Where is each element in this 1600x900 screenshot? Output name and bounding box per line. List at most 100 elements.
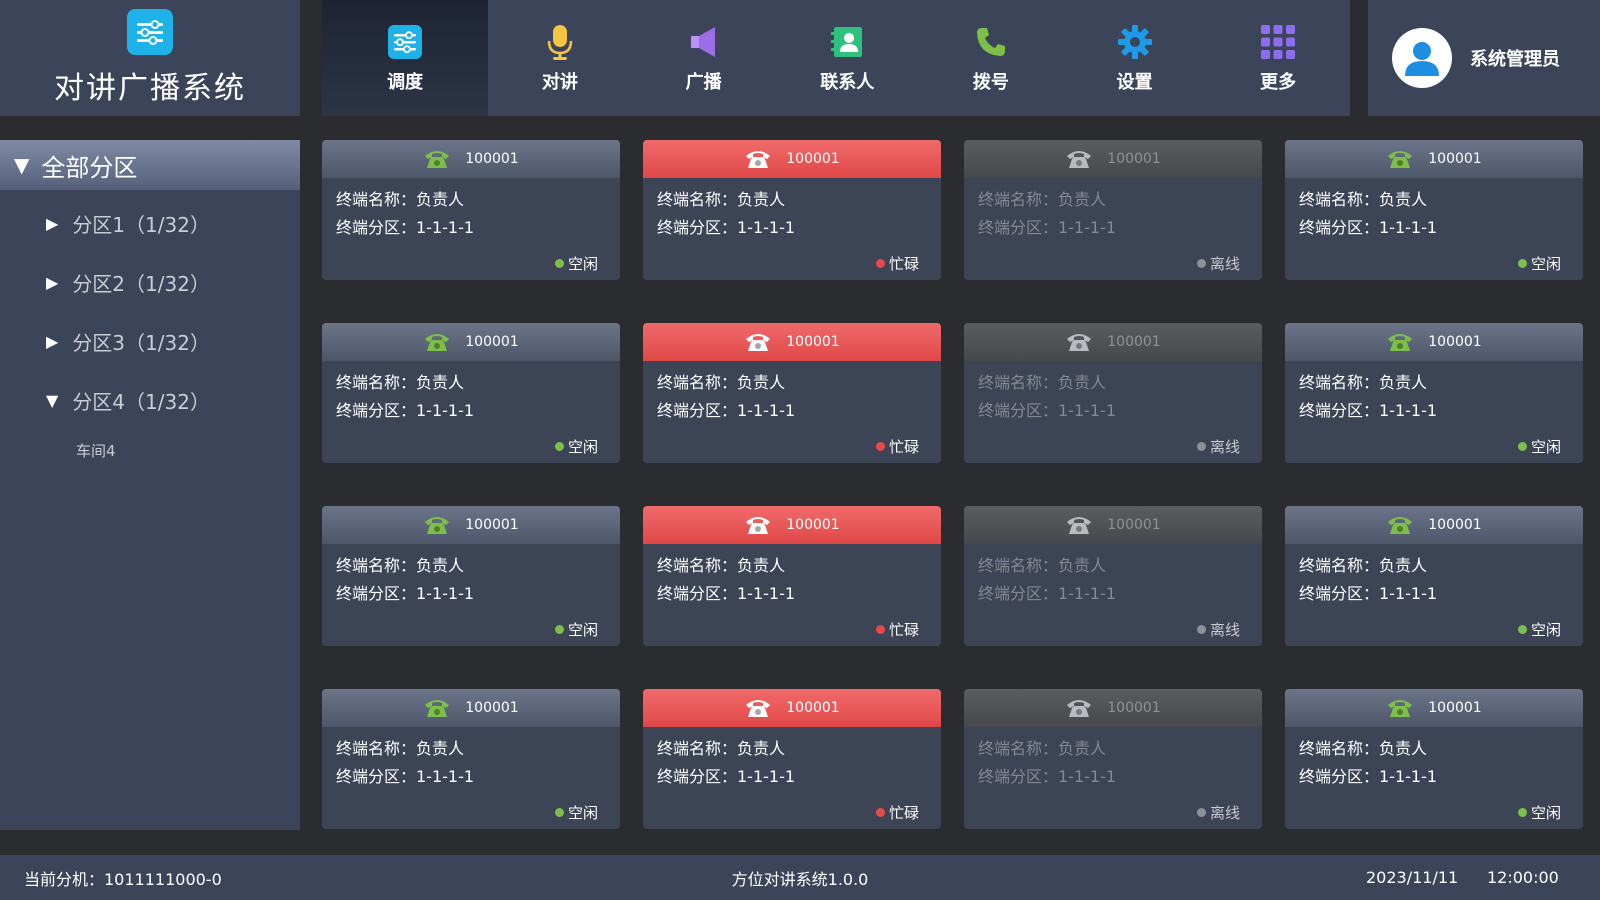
contacts-icon xyxy=(827,22,867,62)
card-header: 100001 xyxy=(964,689,1262,727)
terminal-zone: 终端分区：1-1-1-1 xyxy=(978,767,1117,786)
terminal-name: 终端名称：负责人 xyxy=(1299,556,1428,575)
nav-dial[interactable]: 拨号 xyxy=(919,0,1063,116)
status-label: 空闲 xyxy=(567,804,598,822)
terminal-name: 终端名称：负责人 xyxy=(657,190,786,209)
card-header: 100001 xyxy=(643,140,941,178)
collapse-triangle-icon: ▼ xyxy=(46,391,59,410)
card-body: 终端名称：负责人 终端分区：1-1-1-1 xyxy=(322,178,620,242)
terminal-card[interactable]: 100001 终端名称：负责人 终端分区：1-1-1-1 空闲 xyxy=(1285,323,1583,463)
terminal-zone: 终端分区：1-1-1-1 xyxy=(1299,401,1438,420)
terminal-id: 100001 xyxy=(465,151,519,167)
tree-item-zone3[interactable]: ▶ 分区3（1/32） xyxy=(0,312,300,371)
terminal-card[interactable]: 100001 终端名称：负责人 终端分区：1-1-1-1 离线 xyxy=(964,140,1262,280)
status-dot-icon xyxy=(1196,808,1206,817)
status-badge: 空闲 xyxy=(1517,253,1561,274)
card-header: 100001 xyxy=(322,140,620,178)
terminal-card[interactable]: 100001 终端名称：负责人 终端分区：1-1-1-1 空闲 xyxy=(322,323,620,463)
terminal-card[interactable]: 100001 终端名称：负责人 终端分区：1-1-1-1 空闲 xyxy=(322,506,620,646)
terminal-card[interactable]: 100001 终端名称：负责人 终端分区：1-1-1-1 空闲 xyxy=(1285,689,1583,829)
tree-item-zone2[interactable]: ▶ 分区2（1/32） xyxy=(0,253,300,312)
card-body: 终端名称：负责人 终端分区：1-1-1-1 xyxy=(643,361,941,425)
telephone-icon xyxy=(423,514,451,536)
tree-item-zone1[interactable]: ▶ 分区1（1/32） xyxy=(0,194,300,253)
terminal-name: 终端名称：负责人 xyxy=(336,190,465,209)
card-body: 终端名称：负责人 终端分区：1-1-1-1 xyxy=(1285,361,1583,425)
terminal-zone: 终端分区：1-1-1-1 xyxy=(1299,767,1438,786)
terminal-card[interactable]: 100001 终端名称：负责人 终端分区：1-1-1-1 离线 xyxy=(964,689,1262,829)
terminal-card[interactable]: 100001 终端名称：负责人 终端分区：1-1-1-1 忙碌 xyxy=(643,506,941,646)
telephone-icon xyxy=(1386,697,1414,719)
phone-dial-icon xyxy=(971,22,1011,62)
terminal-card[interactable]: 100001 终端名称：负责人 终端分区：1-1-1-1 忙碌 xyxy=(643,689,941,829)
status-dot-icon xyxy=(554,808,564,817)
terminal-zone: 终端分区：1-1-1-1 xyxy=(978,218,1117,237)
telephone-icon xyxy=(423,331,451,353)
card-header: 100001 xyxy=(1285,506,1583,544)
nav-label: 联系人 xyxy=(820,72,875,93)
terminal-card[interactable]: 100001 终端名称：负责人 终端分区：1-1-1-1 空闲 xyxy=(1285,140,1583,280)
status-dot-icon xyxy=(1196,625,1206,634)
tree-root-all-zones[interactable]: ▼ 全部分区 xyxy=(0,140,300,190)
nav-settings[interactable]: 设置 xyxy=(1063,0,1207,116)
status-badge: 忙碌 xyxy=(875,619,919,640)
terminal-name: 终端名称：负责人 xyxy=(978,556,1107,575)
card-header: 100001 xyxy=(1285,323,1583,361)
nav-dispatch[interactable]: 调度 xyxy=(322,0,489,116)
status-badge: 忙碌 xyxy=(875,253,919,274)
terminal-card[interactable]: 100001 终端名称：负责人 终端分区：1-1-1-1 离线 xyxy=(964,506,1262,646)
terminal-zone: 终端分区：1-1-1-1 xyxy=(978,401,1117,420)
tree-item-zone4[interactable]: ▼ 分区4（1/32） xyxy=(0,371,300,430)
terminal-card[interactable]: 100001 终端名称：负责人 终端分区：1-1-1-1 忙碌 xyxy=(643,140,941,280)
gear-icon xyxy=(1115,22,1155,62)
nav-broadcast[interactable]: 广播 xyxy=(632,0,776,116)
status-label: 空闲 xyxy=(567,621,598,639)
user-profile[interactable]: 系统管理员 xyxy=(1368,0,1600,116)
tree-item-label: 分区4（1/32） xyxy=(72,390,210,414)
terminal-id: 100001 xyxy=(786,151,840,167)
terminal-id: 100001 xyxy=(1428,151,1482,167)
terminal-id: 100001 xyxy=(1428,517,1482,533)
status-badge: 忙碌 xyxy=(875,436,919,457)
status-dot-icon xyxy=(875,259,885,268)
terminal-card[interactable]: 100001 终端名称：负责人 终端分区：1-1-1-1 离线 xyxy=(964,323,1262,463)
terminal-zone: 终端分区：1-1-1-1 xyxy=(657,767,796,786)
terminal-id: 100001 xyxy=(465,700,519,716)
terminal-card[interactable]: 100001 终端名称：负责人 终端分区：1-1-1-1 忙碌 xyxy=(643,323,941,463)
card-header: 100001 xyxy=(1285,689,1583,727)
microphone-icon xyxy=(540,22,580,62)
status-label: 空闲 xyxy=(1530,438,1561,456)
status-badge: 空闲 xyxy=(554,802,598,823)
status-dot-icon xyxy=(1196,442,1206,451)
nav-more[interactable]: 更多 xyxy=(1206,0,1350,116)
telephone-icon xyxy=(744,697,772,719)
telephone-icon xyxy=(1065,148,1093,170)
expand-triangle-icon: ▶ xyxy=(46,273,59,292)
card-header: 100001 xyxy=(322,689,620,727)
terminal-card[interactable]: 100001 终端名称：负责人 终端分区：1-1-1-1 空闲 xyxy=(322,140,620,280)
grid-icon xyxy=(1258,22,1298,62)
terminal-zone: 终端分区：1-1-1-1 xyxy=(1299,218,1438,237)
card-header: 100001 xyxy=(643,506,941,544)
terminal-card[interactable]: 100001 终端名称：负责人 终端分区：1-1-1-1 空闲 xyxy=(1285,506,1583,646)
card-header: 100001 xyxy=(1285,140,1583,178)
terminal-card[interactable]: 100001 终端名称：负责人 终端分区：1-1-1-1 空闲 xyxy=(322,689,620,829)
nav-intercom[interactable]: 对讲 xyxy=(488,0,632,116)
dispatch-icon xyxy=(385,22,425,62)
status-dot-icon xyxy=(554,625,564,634)
terminal-id: 100001 xyxy=(786,517,840,533)
terminal-id: 100001 xyxy=(1107,517,1161,533)
terminal-zone: 终端分区：1-1-1-1 xyxy=(657,401,796,420)
card-header: 100001 xyxy=(643,689,941,727)
status-badge: 离线 xyxy=(1196,253,1240,274)
nav-contacts[interactable]: 联系人 xyxy=(775,0,919,116)
card-body: 终端名称：负责人 终端分区：1-1-1-1 xyxy=(964,178,1262,242)
terminal-name: 终端名称：负责人 xyxy=(1299,373,1428,392)
terminal-name: 终端名称：负责人 xyxy=(1299,190,1428,209)
terminal-name: 终端名称：负责人 xyxy=(978,373,1107,392)
terminal-zone: 终端分区：1-1-1-1 xyxy=(336,584,475,603)
card-header: 100001 xyxy=(643,323,941,361)
terminal-zone: 终端分区：1-1-1-1 xyxy=(978,584,1117,603)
tree-leaf-workshop4[interactable]: 车间4 xyxy=(0,430,300,470)
card-header: 100001 xyxy=(322,323,620,361)
